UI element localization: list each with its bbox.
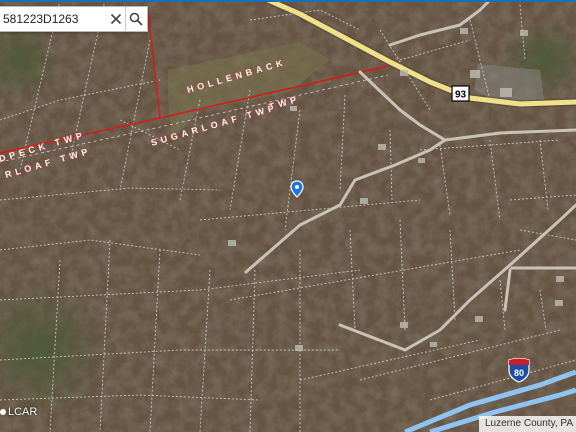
search-input[interactable] [0, 8, 107, 30]
clear-button[interactable] [107, 7, 125, 31]
parcel-search-box [0, 6, 148, 32]
logo-icon [0, 409, 6, 415]
logo-text: LCAR [8, 406, 38, 418]
search-button[interactable] [124, 7, 147, 31]
lcar-logo: LCAR [0, 404, 37, 420]
map-attribution: Luzerne County, PA [478, 416, 576, 432]
route-93-shield: 93 [451, 85, 470, 102]
map-canvas[interactable]: HOLLENBACK TWP SUGARLOAF TWP DPECK TWP R… [0, 0, 576, 432]
svg-text:80: 80 [514, 368, 524, 378]
top-accent-bar [0, 0, 576, 2]
svg-text:93: 93 [455, 90, 467, 101]
search-icon [130, 12, 143, 26]
close-icon [110, 13, 121, 25]
